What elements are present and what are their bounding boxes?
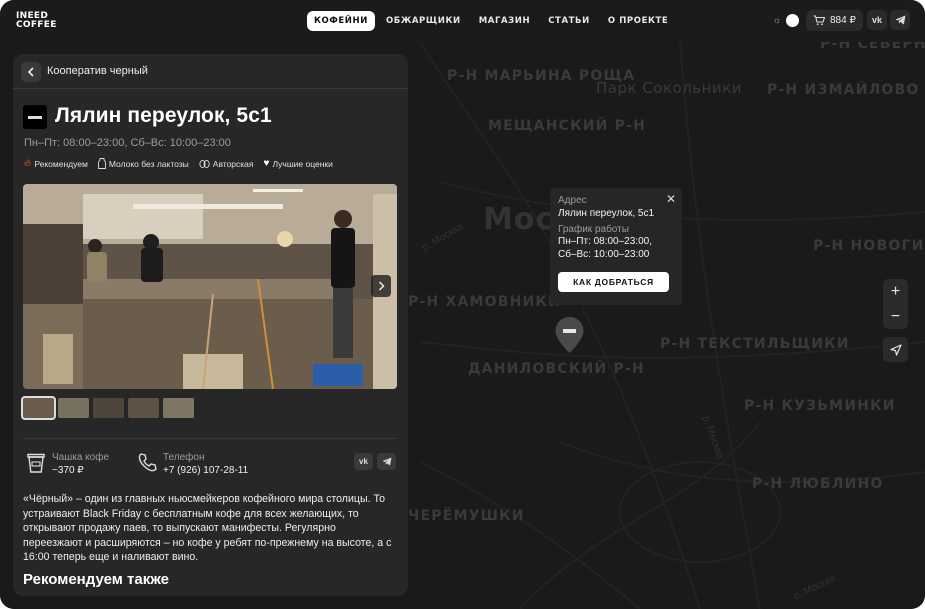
cup-icon	[27, 453, 45, 473]
district-cheryomushki: ЧЕРЁМУШКИ	[408, 508, 525, 524]
location-arrow-icon	[889, 343, 902, 356]
zoom-out-button[interactable]: −	[883, 304, 908, 329]
feature-tags: 🔥︎ Рекомендуем Молоко без лактозы Авторс…	[24, 158, 333, 169]
shop-hours: Пн–Пт: 08:00–23:00, Сб–Вс: 10:00–23:00	[24, 137, 231, 149]
vk-icon: vk	[359, 457, 368, 466]
phone-label: Телефон	[163, 452, 205, 463]
nav-item-shop[interactable]: МАГАЗИН	[472, 11, 538, 31]
tag-recommended: 🔥︎ Рекомендуем	[24, 157, 88, 169]
district-meshchansky: МЕЩАНСКИЙ Р-Н	[488, 118, 647, 134]
phone-value[interactable]: +7 (926) 107-28-11	[163, 464, 248, 477]
tag-lactose-free: Молоко без лактозы	[97, 158, 189, 169]
popup-schedule-line1: Пн–Пт: 08:00–23:00,	[558, 236, 652, 247]
shop-vk-button[interactable]: vk	[354, 453, 373, 470]
breadcrumb: Кооператив черный	[13, 54, 408, 89]
divider	[23, 438, 397, 439]
telegram-icon	[382, 457, 391, 466]
map-pin-icon[interactable]	[554, 316, 585, 354]
nav-item-roasters[interactable]: ОБЖАРЩИКИ	[379, 11, 468, 31]
main-nav: КОФЕЙНИ ОБЖАРЩИКИ МАГАЗИН СТАТЬИ О ПРОЕК…	[307, 11, 675, 31]
plus-icon: +	[890, 282, 901, 300]
district-novogireevo: Р-Н НОВОГИРЕЕВО	[813, 238, 925, 254]
nav-item-coffee-shops[interactable]: КОФЕЙНИ	[307, 11, 375, 31]
chevron-right-icon	[378, 281, 385, 291]
sun-icon: ☼	[773, 15, 782, 25]
vk-icon: vk	[871, 15, 882, 25]
locate-button[interactable]	[883, 337, 908, 362]
phone-icon	[138, 453, 157, 472]
tag-signature: Авторская	[199, 158, 254, 169]
map-popup: ✕ Адрес Лялин переулок, 5с1 График работ…	[550, 188, 682, 305]
thumbnail[interactable]	[58, 398, 89, 418]
tag-top-rated: ♥ Лучшие оценки	[263, 157, 333, 169]
cart-button[interactable]: 884 ₽	[806, 10, 863, 31]
chevron-left-icon	[27, 67, 34, 77]
telegram-button[interactable]	[890, 10, 910, 30]
district-tekstilshchiki: Р-Н ТЕКСТИЛЬЩИКИ	[660, 336, 850, 352]
zoom-in-button[interactable]: +	[883, 279, 908, 304]
close-icon[interactable]: ✕	[666, 192, 676, 206]
shop-description: «Чёрный» – один из главных ньюсмейкеров …	[23, 493, 392, 563]
beans-icon	[199, 159, 210, 168]
photo-thumbnails	[21, 396, 194, 420]
vk-button[interactable]: vk	[867, 10, 887, 30]
coffee-shop-panel: Кооператив черный Лялин переулок, 5с1 Пн…	[13, 54, 408, 596]
next-photo-button[interactable]	[371, 275, 391, 297]
app-window: Р-Н МАРЬИНА РОЩА Р-Н СЕВЕРНОЕ ИЗМАЙЛОВО …	[0, 0, 925, 609]
theme-toggle[interactable]: ☼	[773, 13, 799, 27]
popup-address-value: Лялин переулок, 5с1	[558, 208, 655, 219]
flame-icon: 🔥︎	[24, 157, 32, 169]
shop-telegram-button[interactable]	[377, 453, 396, 470]
shop-title: Лялин переулок, 5с1	[55, 104, 272, 127]
top-bar: INEED COFFEE КОФЕЙНИ ОБЖАРЩИКИ МАГАЗИН С…	[0, 0, 925, 42]
nav-item-about[interactable]: О ПРОЕКТЕ	[601, 11, 676, 31]
popup-address-label: Адрес	[558, 195, 587, 206]
logo[interactable]: INEED COFFEE	[16, 12, 57, 30]
popup-schedule-line2: Сб–Вс: 10:00–23:00	[558, 249, 650, 260]
minus-icon: −	[890, 307, 901, 325]
heart-icon: ♥	[263, 157, 270, 169]
cup-label: Чашка кофе	[52, 452, 110, 463]
breadcrumb-label[interactable]: Кооператив черный	[47, 65, 148, 77]
park-sokolniki: Парк Сокольники	[596, 79, 743, 97]
thumbnail[interactable]	[21, 396, 56, 420]
cart-icon	[813, 15, 825, 26]
district-kuzminki: Р-Н КУЗЬМИНКИ	[744, 398, 896, 414]
cup-value: ~370 ₽	[52, 465, 84, 476]
phone: Телефон +7 (926) 107-28-11	[137, 452, 248, 477]
locate-control	[883, 337, 908, 362]
get-directions-button[interactable]: КАК ДОБРАТЬСЯ	[558, 272, 669, 292]
nav-item-articles[interactable]: СТАТЬИ	[541, 11, 597, 31]
shop-photo[interactable]	[23, 184, 397, 389]
thumbnail[interactable]	[128, 398, 159, 418]
back-button[interactable]	[21, 62, 41, 82]
cafe-interior-photo	[23, 184, 397, 389]
telegram-icon	[895, 15, 905, 25]
milk-icon	[97, 158, 106, 169]
district-lyublino: Р-Н ЛЮБЛИНО	[752, 476, 884, 492]
thumbnail[interactable]	[163, 398, 194, 418]
popup-schedule-label: График работы	[558, 224, 629, 235]
cup-price: Чашка кофе ~370 ₽	[26, 452, 109, 477]
district-izmaylovo: Р-Н ИЗМАЙЛОВО	[767, 82, 920, 98]
cart-total: 884 ₽	[830, 15, 856, 26]
district-danilovsky: ДАНИЛОВСКИЙ Р-Н	[468, 361, 645, 377]
recommended-section-title: Рекомендуем также	[23, 571, 169, 588]
district-severnoe-izmaylovo: Р-Н СЕВЕРНОЕ ИЗМАЙЛОВО	[820, 42, 925, 52]
district-khamovniki: Р-Н ХАМОВНИКИ	[408, 294, 561, 310]
thumbnail[interactable]	[93, 398, 124, 418]
toggle-knob	[786, 13, 799, 27]
shop-logo	[23, 105, 47, 129]
zoom-controls: + −	[883, 279, 908, 329]
